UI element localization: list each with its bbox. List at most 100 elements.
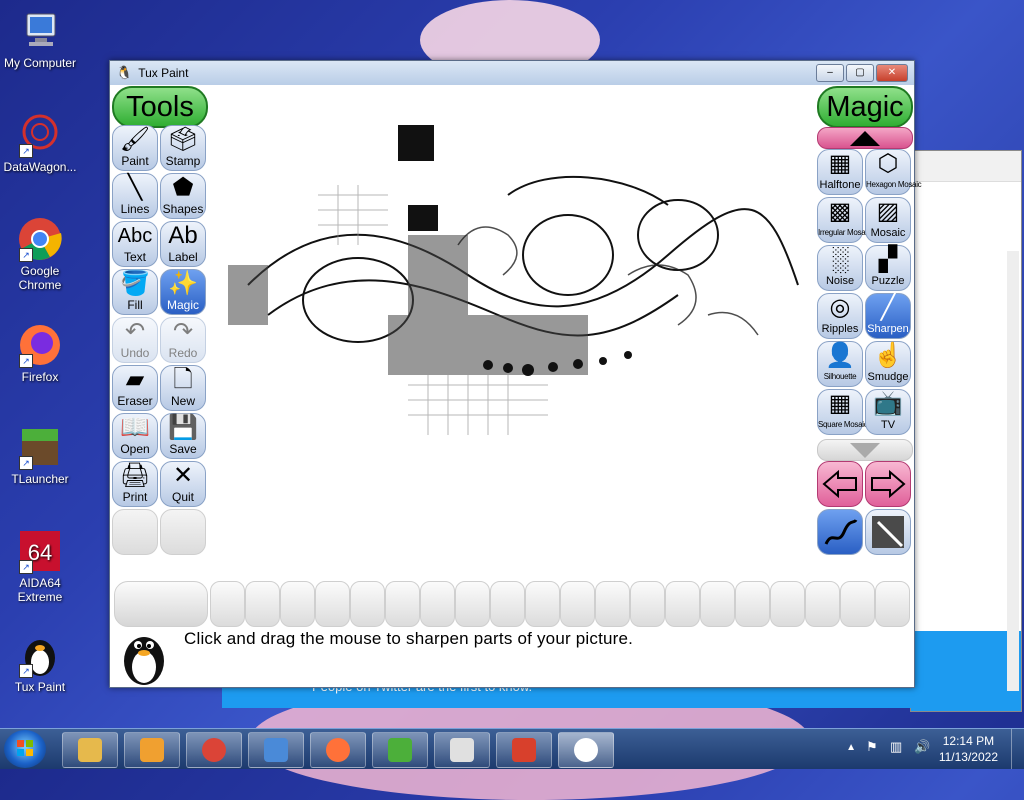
- tool-label: Redo: [168, 346, 198, 360]
- tool-fill-button[interactable]: 🪣 Fill: [112, 269, 158, 315]
- scrollbar[interactable]: [1007, 251, 1019, 691]
- tool-stamp-button[interactable]: 🗳 Stamp: [160, 125, 206, 171]
- hexagon-mosaic-icon: ⬡: [877, 150, 899, 177]
- color-swatch[interactable]: [595, 581, 630, 627]
- magic-label: Mosaic: [870, 227, 906, 239]
- tool-paint-button[interactable]: 🖌 Paint: [112, 125, 158, 171]
- minimize-button[interactable]: –: [816, 64, 844, 82]
- desktop-icon-tux-paint[interactable]: ↗ Tux Paint: [0, 632, 80, 694]
- magic-mosaic-button[interactable]: ▨ Mosaic: [865, 197, 911, 243]
- magic-tv-button[interactable]: 📺 TV: [865, 389, 911, 435]
- tool-text-button[interactable]: Abc Text: [112, 221, 158, 267]
- tool-open-button[interactable]: 📖 Open: [112, 413, 158, 459]
- color-swatch[interactable]: [350, 581, 385, 627]
- color-swatch[interactable]: [700, 581, 735, 627]
- color-swatch[interactable]: [805, 581, 840, 627]
- paint-mode-button[interactable]: [817, 509, 863, 555]
- close-button[interactable]: ✕: [876, 64, 908, 82]
- start-button[interactable]: [4, 730, 46, 768]
- taskbar-button-rocket[interactable]: [496, 732, 552, 768]
- tool-slot-empty: [160, 509, 206, 555]
- previous-page-button[interactable]: [817, 461, 863, 507]
- taskbar-button-explorer[interactable]: [62, 732, 118, 768]
- magic-irregular-mosaic-button[interactable]: ▩ Irregular Mosaic: [817, 197, 871, 243]
- show-desktop-button[interactable]: [1011, 729, 1024, 769]
- tool-magic-button[interactable]: ✨ Magic: [160, 269, 206, 315]
- color-swatch[interactable]: [245, 581, 280, 627]
- color-swatch[interactable]: [840, 581, 875, 627]
- desktop-icon-my-computer[interactable]: My Computer: [0, 8, 80, 70]
- maximize-button[interactable]: ▢: [846, 64, 874, 82]
- scroll-up-button[interactable]: [817, 127, 913, 149]
- tux-paint-client: Tools 🖌 Paint 🗳 Stamp ╲ Lines ⬟ Shapes Abc Text Ab…: [110, 85, 922, 687]
- tool-shapes-button[interactable]: ⬟ Shapes: [160, 173, 206, 219]
- color-swatch-large[interactable]: [114, 581, 208, 627]
- desktop-icon-tlauncher[interactable]: ↗ TLauncher: [0, 424, 80, 486]
- tool-quit-button[interactable]: ✕ Quit: [160, 461, 206, 507]
- magic-ripples-button[interactable]: ◎ Ripples: [817, 293, 863, 339]
- taskbar-button-media-player[interactable]: [124, 732, 180, 768]
- desktop-icon-firefox[interactable]: ↗ Firefox: [0, 322, 80, 384]
- chrome-icon: [202, 738, 226, 762]
- taskbar-button-minecraft[interactable]: [372, 732, 428, 768]
- color-swatch[interactable]: [385, 581, 420, 627]
- taskbar-button-control-panel[interactable]: [248, 732, 304, 768]
- scroll-down-button[interactable]: [817, 439, 913, 461]
- color-swatch[interactable]: [560, 581, 595, 627]
- fullscreen-mode-button[interactable]: [865, 509, 911, 555]
- tool-redo-button[interactable]: ↷ Redo: [160, 317, 206, 363]
- taskbar-button-chrome[interactable]: [186, 732, 242, 768]
- desktop-icon-aida64[interactable]: 64 ↗ AIDA64 Extreme: [0, 528, 80, 604]
- show-hidden-icons-button[interactable]: ▲: [846, 742, 856, 753]
- tool-print-button[interactable]: 🖨 Print: [112, 461, 158, 507]
- background-browser-window[interactable]: [910, 150, 1022, 712]
- magic-silhouette-button[interactable]: 👤 Silhouette: [817, 341, 863, 387]
- taskbar-button-java[interactable]: [434, 732, 490, 768]
- taskbar-button-firefox[interactable]: [310, 732, 366, 768]
- system-clock[interactable]: 12:14 PM 11/13/2022: [939, 733, 998, 765]
- brush-stroke-icon: [824, 519, 858, 545]
- tool-eraser-button[interactable]: ▰ Eraser: [112, 365, 158, 411]
- window-titlebar[interactable]: 🐧 Tux Paint – ▢ ✕: [110, 61, 914, 85]
- color-swatch[interactable]: [665, 581, 700, 627]
- tool-label-button[interactable]: Ab Label: [160, 221, 206, 267]
- tool-slot-empty: [112, 509, 158, 555]
- color-swatch[interactable]: [455, 581, 490, 627]
- color-swatch[interactable]: [630, 581, 665, 627]
- color-swatch[interactable]: [770, 581, 805, 627]
- tux-paint-window[interactable]: 🐧 Tux Paint – ▢ ✕ Tools 🖌 Paint 🗳 Stamp ╲ Lin…: [109, 60, 922, 688]
- magic-label: Halftone: [819, 179, 861, 191]
- network-status-icon[interactable]: ▥: [890, 739, 906, 755]
- tool-lines-button[interactable]: ╲ Lines: [112, 173, 158, 219]
- taskbar-button-tux[interactable]: [558, 732, 614, 768]
- tool-undo-button[interactable]: ↶ Undo: [112, 317, 158, 363]
- color-swatch[interactable]: [525, 581, 560, 627]
- tool-save-button[interactable]: 💾 Save: [160, 413, 206, 459]
- tool-label: Quit: [171, 490, 194, 504]
- magic-square-mosaic-button[interactable]: ▦ Square Mosaic: [817, 389, 868, 435]
- tool-new-button[interactable]: 🗋 New: [160, 365, 206, 411]
- drawing-canvas[interactable]: [208, 85, 812, 555]
- computer-icon: [17, 8, 63, 54]
- magic-hexagon-mosaic-button[interactable]: ⬡ Hexagon Mosaic: [865, 149, 922, 195]
- next-page-button[interactable]: [865, 461, 911, 507]
- color-swatch[interactable]: [210, 581, 245, 627]
- color-swatch[interactable]: [315, 581, 350, 627]
- desktop-icon-label: Firefox: [21, 370, 59, 384]
- volume-icon[interactable]: 🔊: [914, 739, 930, 755]
- magic-sharpen-button[interactable]: ╱ Sharpen: [865, 293, 911, 339]
- action-center-icon[interactable]: ⚑: [866, 739, 882, 755]
- color-swatch[interactable]: [490, 581, 525, 627]
- magic-label: TV: [880, 419, 896, 431]
- color-swatch[interactable]: [875, 581, 910, 627]
- color-swatch[interactable]: [735, 581, 770, 627]
- magic-noise-button[interactable]: ░ Noise: [817, 245, 863, 291]
- desktop-icon-chrome[interactable]: ↗ Google Chrome: [0, 216, 80, 292]
- magic-puzzle-button[interactable]: ▞ Puzzle: [865, 245, 911, 291]
- desktop-icon-datawagon[interactable]: ↗ DataWagon...: [0, 112, 80, 174]
- magic-halftone-button[interactable]: ▦ Halftone: [817, 149, 863, 195]
- tool-label: Fill: [127, 298, 143, 312]
- color-swatch[interactable]: [280, 581, 315, 627]
- magic-smudge-button[interactable]: ☝ Smudge: [865, 341, 911, 387]
- color-swatch[interactable]: [420, 581, 455, 627]
